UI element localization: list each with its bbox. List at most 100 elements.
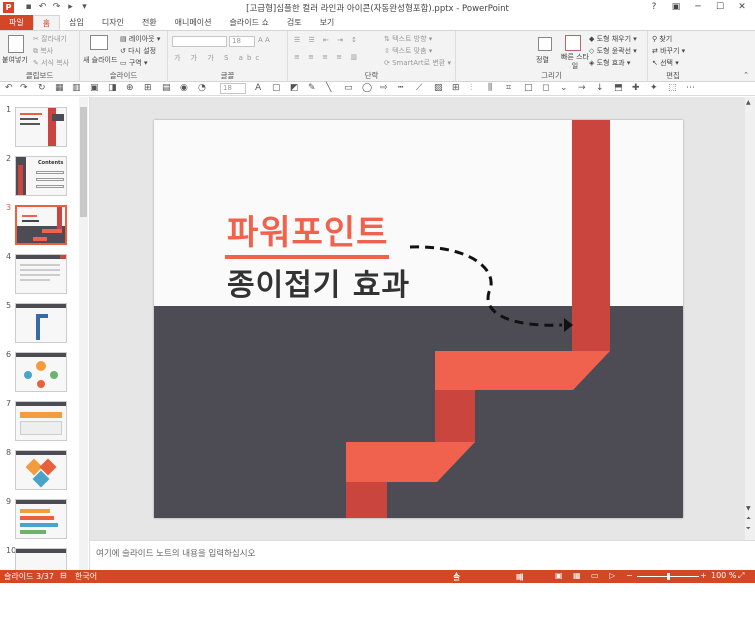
font-format-icons[interactable]: 가 가 가 S abc [174, 53, 263, 63]
font-grow-icon[interactable]: A A [258, 36, 270, 44]
ribbon-display-button[interactable]: ▣ [665, 1, 687, 14]
shape-outline-icon[interactable]: ▢ [272, 83, 281, 93]
distribute-icon[interactable]: ⫼ [488, 83, 492, 93]
next-slide-icon[interactable]: ⏷ [746, 525, 751, 533]
dash-icon[interactable]: ┅ [398, 83, 403, 93]
minimize-button[interactable]: ─ [687, 1, 709, 14]
arrange-button[interactable]: 정렬 [536, 55, 549, 65]
align-text-button[interactable]: ⇳ 텍스트 맞춤 ▾ [384, 46, 432, 56]
slide-sorter-icon[interactable]: ▦ [573, 571, 581, 580]
maximize-button[interactable]: ☐ [709, 1, 731, 14]
font-color-icon[interactable]: A [255, 83, 261, 93]
align-icons[interactable]: ≡ ≡ ≡ ≡ ▥ [294, 53, 360, 61]
font-name-combo[interactable] [172, 36, 227, 47]
thumbnail-10[interactable]: 10 [0, 546, 88, 570]
smartart-button[interactable]: ⟳ SmartArt로 변환 ▾ [384, 58, 451, 68]
zoom-icon[interactable]: ⊕ [126, 83, 134, 93]
line-color-icon[interactable]: ✎ [308, 83, 316, 93]
arrow-down-icon[interactable]: ↓ [596, 83, 604, 93]
square-icon[interactable]: □ [524, 83, 533, 93]
color-palette-icon[interactable]: ◉ [180, 83, 188, 93]
fit-to-window-icon[interactable]: ⤢ [738, 571, 744, 581]
flowchart-icon[interactable]: ⬚ [668, 83, 677, 93]
picture-icon[interactable]: ▣ [90, 83, 99, 93]
current-slide[interactable]: 파워포인트 종이접기 효과 [154, 120, 683, 518]
tab-slideshow[interactable]: 슬라이드 쇼 [220, 15, 277, 30]
zoom-level[interactable]: 100 % [711, 571, 736, 580]
list-icons[interactable]: ☰ ☰ ⇤ ⇥ ↕ [294, 36, 360, 44]
select-button[interactable]: ↖ 선택 ▾ [652, 58, 679, 68]
format-painter-button[interactable]: ✎ 서식 복사 [33, 58, 69, 68]
tab-design[interactable]: 디자인 [93, 15, 133, 30]
language-indicator[interactable]: 한국어 [75, 571, 97, 582]
reading-view-icon[interactable]: ▭ [591, 571, 599, 580]
shape-icon[interactable]: ◨ [108, 83, 117, 93]
tab-home[interactable]: 홈 [32, 15, 61, 30]
zoom-in-icon[interactable]: + [700, 571, 707, 580]
quick-styles-button[interactable]: 빠른 스타일 [561, 53, 589, 71]
tab-animations[interactable]: 애니메이션 [166, 15, 221, 30]
thumbnail-2[interactable]: 2 Contents [0, 154, 88, 204]
plus-icon[interactable]: ✚ [632, 83, 640, 93]
font-size-combo[interactable]: 18 [229, 36, 255, 47]
fill-color-icon[interactable]: ◩ [290, 83, 299, 93]
zoom-out-icon[interactable]: − [626, 571, 633, 580]
color-wheel-icon[interactable]: ◔ [198, 83, 206, 93]
new-slide-icon[interactable] [90, 35, 108, 50]
section-button[interactable]: ▭ 구역 ▾ [120, 58, 147, 68]
previous-slide-icon[interactable]: ⏶ [746, 515, 751, 523]
tab-insert[interactable]: 삽입 [60, 15, 93, 30]
format-icon[interactable]: ▨ [434, 83, 443, 93]
text-direction-button[interactable]: ⇅ 텍스트 방향 ▾ [384, 34, 432, 44]
slide-subtitle[interactable]: 종이접기 효과 [227, 260, 410, 304]
slideshow-icon[interactable]: ▷ [609, 571, 615, 580]
chart-icon[interactable]: ▥ [72, 83, 81, 93]
notes-pane[interactable]: 여기에 슬라이드 노트의 내용을 입력하십시오 [90, 540, 755, 570]
thumbnail-8[interactable]: 8 [0, 448, 88, 498]
align-icon[interactable]: ⫶ [470, 83, 472, 93]
thumbnail-5[interactable]: 5 [0, 301, 88, 351]
reset-button[interactable]: ↺ 다시 설정 [120, 46, 156, 56]
thumbnail-1[interactable]: 1 [0, 105, 88, 155]
tab-transitions[interactable]: 전환 [133, 15, 166, 30]
replace-button[interactable]: ⇄ 바꾸기 ▾ [652, 46, 685, 56]
new-slide-button[interactable]: 새 슬라이드 [83, 55, 117, 65]
arrow-icon[interactable]: ⇨ [380, 83, 388, 93]
shape-fill-button[interactable]: ◆ 도형 채우기 ▾ [589, 34, 637, 44]
thumbnail-4[interactable]: 4 [0, 252, 88, 302]
scrollbar-thumb[interactable] [80, 107, 87, 217]
find-button[interactable]: ⚲ 찾기 [652, 34, 672, 44]
thumbnails-scrollbar[interactable] [79, 97, 88, 570]
thumbnail-9[interactable]: 9 [0, 497, 88, 547]
slide-title[interactable]: 파워포인트 [227, 205, 388, 254]
redo-icon[interactable]: ↷ [20, 83, 28, 93]
scroll-down-icon[interactable]: ▼ [746, 505, 751, 512]
arrow-right-icon[interactable]: → [578, 83, 586, 93]
close-button[interactable]: ✕ [731, 1, 753, 14]
transform-icon[interactable]: ⊞ [144, 83, 152, 93]
tab-view[interactable]: 보기 [311, 15, 344, 30]
grid-icon[interactable]: ⊞ [452, 83, 460, 93]
help-button[interactable]: ? [643, 1, 665, 14]
thumbnail-6[interactable]: 6 [0, 350, 88, 400]
normal-view-icon[interactable]: ▣ [555, 571, 563, 580]
star-icon[interactable]: ✦ [650, 83, 658, 93]
copy-button[interactable]: ⧉ 복사 [33, 46, 53, 56]
paste-button[interactable]: 붙여넣기 [2, 55, 28, 65]
cut-button[interactable]: ✂ 잘라내기 [33, 34, 67, 44]
table-icon[interactable]: ▦ [55, 83, 64, 93]
ellipse-icon[interactable]: ◯ [362, 83, 372, 93]
thumbnail-3[interactable]: 3 [0, 203, 88, 253]
eyedropper-icon[interactable]: ⟋ [416, 83, 422, 93]
shape-outline-button[interactable]: ◇ 도형 윤곽선 ▾ [589, 46, 637, 56]
crop-icon[interactable]: ⌗ [506, 83, 511, 93]
spellcheck-icon[interactable]: ⊟ [60, 571, 67, 580]
scroll-up-icon[interactable]: ▲ [746, 99, 751, 106]
line-icon[interactable]: ╲ [326, 83, 331, 93]
toolbar-font-size[interactable]: 18 [220, 83, 246, 94]
more-icon[interactable]: ⋯ [686, 83, 695, 93]
chevron-icon[interactable]: ⌄ [560, 83, 568, 93]
zoom-slider-thumb[interactable] [667, 573, 670, 580]
refresh-icon[interactable]: ↻ [38, 83, 46, 93]
paste-icon[interactable] [8, 35, 24, 53]
